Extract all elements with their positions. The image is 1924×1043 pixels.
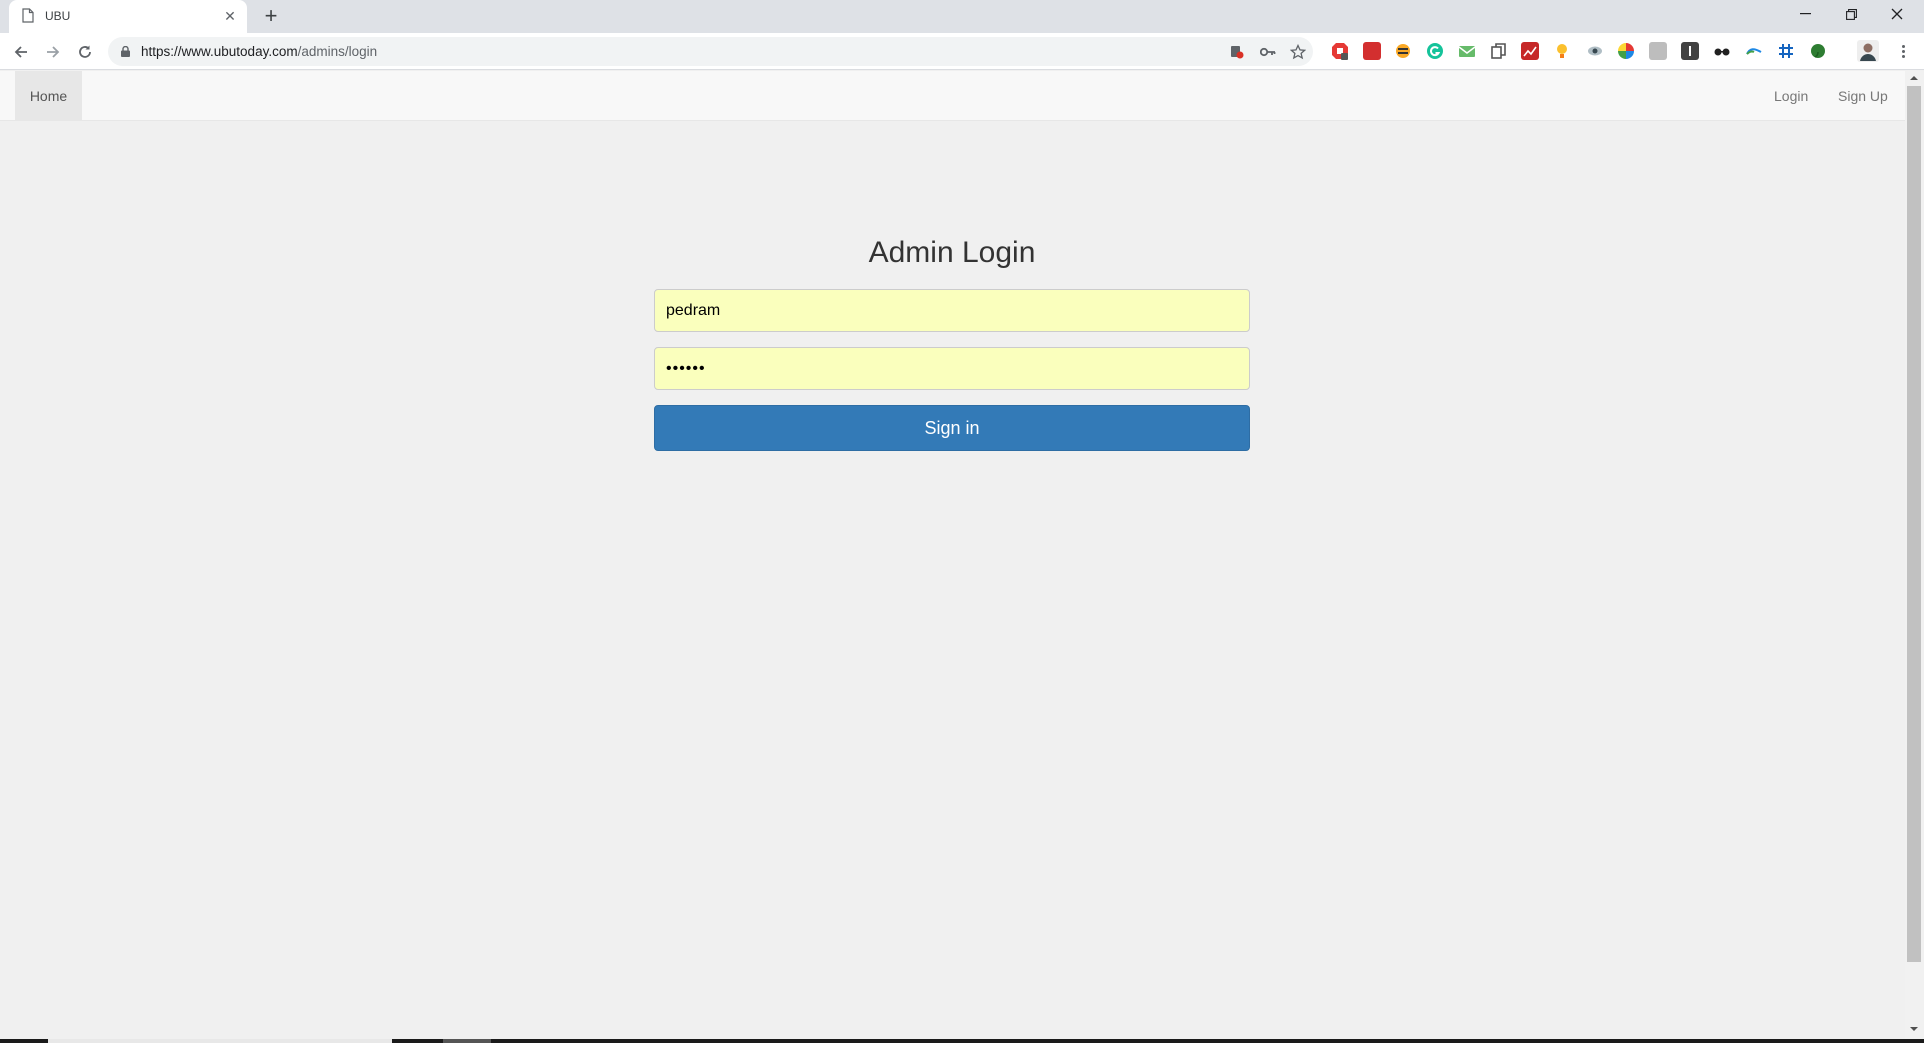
- url-text: https://www.ubutoday.com/admins/login: [141, 44, 377, 59]
- evernote-extension-icon[interactable]: [1809, 42, 1827, 60]
- grammarly-extension-icon[interactable]: [1426, 42, 1444, 60]
- password-field[interactable]: ••••••: [654, 347, 1250, 390]
- copy-extension-icon[interactable]: [1490, 42, 1508, 60]
- reload-icon[interactable]: [72, 39, 98, 65]
- sign-in-button[interactable]: Sign in: [654, 405, 1250, 451]
- lock-icon: [121, 46, 130, 57]
- bee-extension-icon[interactable]: [1394, 42, 1412, 60]
- tab-strip: UBU ✕ +: [0, 0, 1924, 33]
- key-icon[interactable]: [1260, 44, 1276, 60]
- page-title: Admin Login: [868, 236, 1036, 269]
- scroll-down-arrow-icon[interactable]: [1909, 1024, 1919, 1034]
- nav-home-link[interactable]: Home: [15, 71, 82, 121]
- top-navbar: Home Login Sign Up: [0, 71, 1905, 121]
- dark-extension-icon[interactable]: [1681, 42, 1699, 60]
- lightbulb-extension-icon[interactable]: [1553, 42, 1571, 60]
- hashtag-extension-icon[interactable]: [1777, 42, 1795, 60]
- browser-tab[interactable]: UBU ✕: [9, 0, 247, 33]
- page-viewport: Home Login Sign Up Admin Login pedram ••…: [0, 71, 1905, 1039]
- bookmark-star-icon[interactable]: [1290, 44, 1306, 60]
- eye-extension-icon[interactable]: [1586, 42, 1604, 60]
- mail-extension-icon[interactable]: [1458, 42, 1476, 60]
- chart-extension-icon[interactable]: [1521, 42, 1539, 60]
- taskbar-segment: [443, 1039, 491, 1043]
- color-wheel-extension-icon[interactable]: [1617, 42, 1635, 60]
- gray-extension-icon[interactable]: [1649, 42, 1667, 60]
- username-field[interactable]: pedram: [654, 289, 1250, 332]
- page-icon: [22, 8, 34, 23]
- login-form: Admin Login pedram •••••• Sign in: [654, 231, 1250, 451]
- browser-toolbar: https://www.ubutoday.com/admins/login: [0, 33, 1924, 70]
- taskbar-strip: [0, 1039, 1924, 1043]
- url-path: /admins/login: [297, 44, 378, 59]
- minimize-icon[interactable]: [1782, 0, 1828, 28]
- url-host: https://www.ubutoday.com: [141, 44, 298, 59]
- close-window-icon[interactable]: [1874, 0, 1920, 28]
- adblock-extension-icon[interactable]: [1331, 42, 1349, 60]
- tab-title: UBU: [45, 9, 71, 23]
- forward-arrow-icon[interactable]: [40, 39, 66, 65]
- blocked-content-icon[interactable]: [1229, 44, 1245, 60]
- glasses-extension-icon[interactable]: [1713, 42, 1731, 60]
- nav-login-link[interactable]: Login: [1774, 71, 1808, 121]
- more-options-icon[interactable]: [1895, 40, 1911, 62]
- close-tab-icon[interactable]: ✕: [221, 7, 239, 25]
- restore-icon[interactable]: [1828, 0, 1874, 28]
- scrollbar-thumb[interactable]: [1907, 86, 1921, 962]
- scroll-up-arrow-icon[interactable]: [1909, 73, 1919, 83]
- new-tab-button[interactable]: +: [259, 3, 283, 28]
- nav-signup-link[interactable]: Sign Up: [1838, 71, 1888, 121]
- red-bookmark-extension-icon[interactable]: [1363, 42, 1381, 60]
- taskbar-segment: [48, 1039, 392, 1043]
- back-arrow-icon[interactable]: [8, 39, 34, 65]
- wave-extension-icon[interactable]: [1745, 42, 1763, 60]
- profile-avatar-icon[interactable]: [1857, 40, 1879, 62]
- address-bar[interactable]: https://www.ubutoday.com/admins/login: [108, 37, 1313, 66]
